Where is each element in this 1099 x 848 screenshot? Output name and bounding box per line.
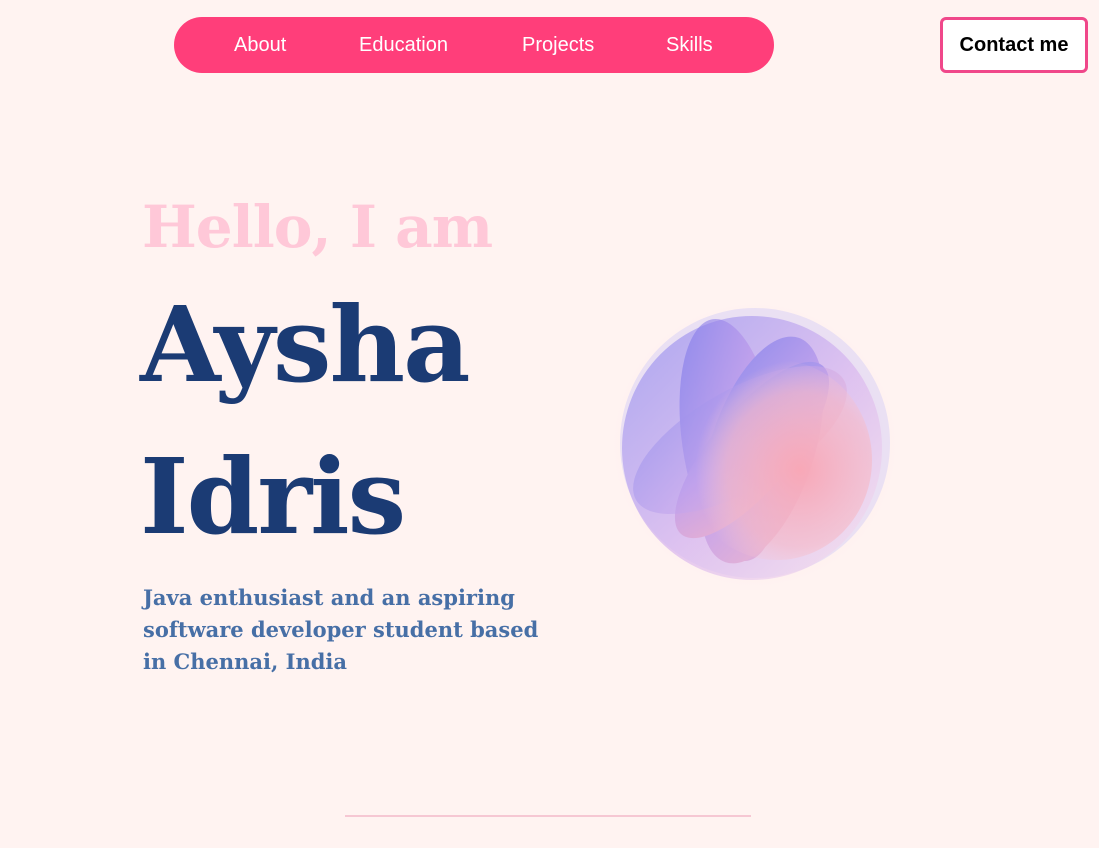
hero-first-name: Aysha	[140, 283, 470, 406]
nav-link-about[interactable]: About	[234, 17, 286, 73]
nav-link-projects[interactable]: Projects	[522, 17, 594, 73]
hero-greeting: Hello, I am	[142, 193, 493, 261]
contact-me-button[interactable]: Contact me	[940, 17, 1088, 73]
gradient-orb-graphic	[612, 300, 902, 590]
nav-link-skills[interactable]: Skills	[666, 17, 713, 73]
main-nav: About Education Projects Skills	[174, 17, 774, 73]
section-divider	[345, 815, 751, 817]
nav-link-education[interactable]: Education	[359, 17, 448, 73]
hero-tagline: Java enthusiast and an aspiring software…	[143, 585, 539, 674]
hero-last-name: Idris	[140, 435, 406, 558]
